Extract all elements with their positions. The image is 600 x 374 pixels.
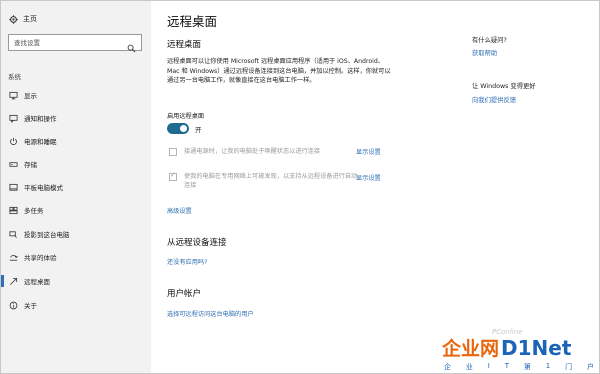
logo-cn: 企业网 [442,338,500,360]
question-heading: 有什么疑问? [472,37,507,44]
accounts-section-title: 用户帐户 [167,289,202,299]
toggle-state-label: 开 [195,126,202,134]
logo-sub-char: 门 [565,363,573,371]
keep-awake-text: 接通电源时，让我的电脑处于唤醒状态以进行连接 [184,148,321,155]
logo-sub-char: T [504,362,509,370]
feedback-link[interactable]: 向我们提供反馈 [472,95,516,104]
advanced-settings-link[interactable]: 高级设置 [167,206,192,215]
description-text: 远程桌面可以让你使用 Microsoft 远程桌面应用程序（适用于 iOS、An… [167,58,391,84]
sidebar-item-display[interactable]: 显示 [1,87,151,103]
search-box[interactable] [8,34,142,53]
sidebar-item-label: 通知和操作 [24,115,57,123]
no-app-link[interactable]: 还没有应用吗? [167,257,207,266]
keep-awake-option: 接通电源时，让我的电脑处于唤醒状态以进行连接 [169,147,362,156]
discoverable-option: 使我的电脑在专用网络上可被发现，以支持从远程设备进行自动连接 [169,171,362,190]
sidebar-item-label: 投影到这台电脑 [24,231,70,239]
keep-awake-checkbox[interactable] [169,148,177,156]
logo-subtitle: 企 业 I T 第 1 门 户 [444,362,594,372]
logo-sub-char: 第 [523,363,531,371]
monitor-icon [9,91,18,100]
sidebar-item-label: 存储 [24,161,37,169]
info-icon [9,301,18,310]
sidebar-item-label: 多任务 [24,207,44,215]
project-icon [9,230,18,239]
improve-heading: 让 Windows 变得更好 [472,83,536,90]
sidebar-item-label: 共享的体验 [24,254,57,262]
home-link[interactable]: 主页 [8,14,37,24]
sidebar-item-label: 关于 [24,302,37,310]
get-help-link[interactable]: 获取帮助 [472,48,497,57]
right-panel: 有什么疑问? 获取帮助 让 Windows 变得更好 向我们提供反馈 [472,0,592,374]
show-settings-link-1[interactable]: 显示设置 [356,147,381,156]
logo-sub-char: 企 [444,363,451,371]
power-icon [9,137,18,146]
logo-sub-char: 业 [465,363,473,371]
sidebar-item-shared-experiences[interactable]: 共享的体验 [1,249,151,265]
share-icon [9,253,18,262]
discoverable-text: 使我的电脑在专用网络上可被发现，以支持从远程设备进行自动连接 [184,173,358,189]
multitask-icon [9,206,18,215]
logo-en: D1Net [501,335,572,360]
sidebar-item-label: 平板电脑模式 [24,184,63,192]
logo-sub-char: 户 [586,363,594,371]
message-icon [9,114,18,123]
main-content: 远程桌面 远程桌面 远程桌面可以让你使用 Microsoft 远程桌面应用程序（… [167,0,467,374]
connect-section-title: 从远程设备连接 [167,238,227,248]
tablet-icon [9,183,18,192]
show-settings-link-2[interactable]: 显示设置 [356,173,381,182]
logo-sub-char: 1 [545,362,551,370]
remote-desktop-icon [9,277,18,286]
sidebar: 主页 系统 显示 通知和操作 电源和睡眠 存储 平板电脑模式 多任务 投影到这台… [1,1,151,373]
enable-remote-desktop-label: 启用远程桌面 [167,113,205,120]
sidebar-item-remote-desktop[interactable]: 远程桌面 [1,273,151,289]
select-users-link[interactable]: 选择可远程访问这台电脑的用户 [167,309,254,318]
d1net-logo: 企业网 D1Net [442,334,571,361]
sidebar-item-label: 电源和睡眠 [24,138,57,146]
logo-sub-char: I [487,362,490,370]
sidebar-item-label: 显示 [24,92,37,100]
sidebar-item-notifications[interactable]: 通知和操作 [1,110,151,126]
search-icon[interactable] [127,38,136,53]
sidebar-item-storage[interactable]: 存储 [1,156,151,172]
search-input[interactable] [14,38,124,47]
sidebar-item-project[interactable]: 投影到这台电脑 [1,226,151,242]
sidebar-item-power[interactable]: 电源和睡眠 [1,133,151,149]
gear-icon [8,14,18,24]
discoverable-checkbox[interactable] [169,171,177,181]
toggle-knob [180,125,187,132]
home-label: 主页 [23,15,37,23]
section-label-system: 系统 [8,73,21,81]
sidebar-item-multitasking[interactable]: 多任务 [1,202,151,218]
section-title: 远程桌面 [167,40,202,50]
sidebar-item-tablet-mode[interactable]: 平板电脑模式 [1,179,151,195]
storage-icon [9,160,18,169]
sidebar-item-about[interactable]: 关于 [1,297,151,313]
sidebar-item-label: 远程桌面 [24,278,50,286]
page-title: 远程桌面 [167,14,218,29]
remote-desktop-toggle[interactable] [167,123,189,134]
